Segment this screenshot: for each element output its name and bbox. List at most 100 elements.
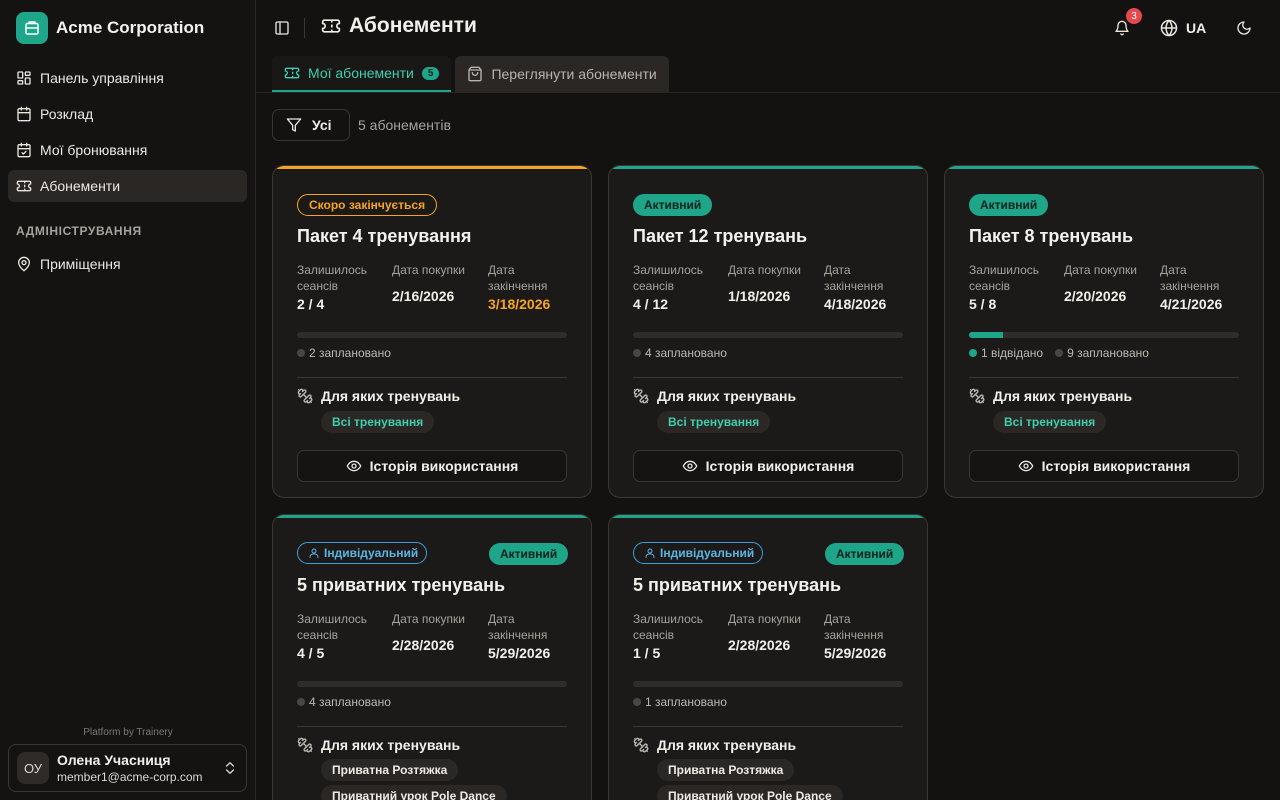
- shopping-bag-icon: [468, 66, 483, 82]
- user-name: Олена Учасниця: [57, 752, 171, 768]
- sidebar-item-label: Розклад: [40, 106, 94, 122]
- expiry-date: Дата закінчення 5/29/2026: [488, 611, 568, 662]
- expiry-label: Дата закінчення: [488, 263, 548, 293]
- class-tag: Всі тренування: [993, 411, 1107, 433]
- sidebar-item-premises[interactable]: Приміщення: [8, 248, 247, 280]
- eye-icon: [682, 460, 698, 472]
- language-switcher[interactable]: UA: [1160, 19, 1206, 37]
- sidebar-item-label: Абонементи: [40, 178, 121, 194]
- purchase-label: Дата покупки: [1064, 263, 1137, 277]
- legend-attended: 1 відвідано: [969, 346, 1043, 360]
- dot-icon: [633, 349, 641, 357]
- avatar: ОУ: [17, 752, 49, 784]
- expiry-value: 4/21/2026: [1160, 296, 1223, 312]
- legend-text: 4 заплановано: [309, 695, 391, 709]
- remaining-sessions: Залишилось сеансів 2 / 4: [297, 262, 389, 313]
- progress-legend: 4 заплановано: [633, 346, 727, 360]
- expiry-date: Дата закінчення 4/21/2026: [1160, 262, 1240, 313]
- brand-logo-icon: [16, 12, 48, 44]
- purchase-label: Дата покупки: [392, 263, 465, 277]
- remaining-label: Залишилось сеансів: [633, 263, 704, 293]
- progress-fill: [969, 332, 1003, 338]
- class-tag: Приватний урок Pole Dance: [657, 785, 843, 800]
- sessions-progress: [297, 332, 567, 338]
- brand[interactable]: Acme Corporation: [16, 12, 204, 44]
- sessions-progress: [633, 332, 903, 338]
- sidebar-item-label: Панель управління: [40, 70, 164, 86]
- page-title: Абонементи: [321, 14, 477, 38]
- globe-icon: [1160, 19, 1178, 37]
- sidebar-item-schedule[interactable]: Розклад: [8, 98, 247, 130]
- tabs-divider: [256, 92, 1280, 93]
- purchase-label: Дата покупки: [728, 263, 801, 277]
- dot-icon: [297, 698, 305, 706]
- purchase-date: Дата покупки 2/28/2026: [392, 611, 484, 654]
- remaining-sessions: Залишилось сеансів 4 / 5: [297, 611, 389, 662]
- classes-heading-text: Для яких тренувань: [993, 388, 1133, 404]
- dot-icon: [1055, 349, 1064, 357]
- sidebar-toggle-icon[interactable]: [274, 20, 290, 36]
- classes-heading-text: Для яких тренувань: [321, 737, 461, 753]
- bell-icon[interactable]: [1114, 20, 1130, 36]
- purchase-date: Дата покупки 2/20/2026: [1064, 262, 1156, 305]
- header-divider: [304, 18, 305, 38]
- admin-section-title: АДМІНІСТРУВАННЯ: [16, 224, 142, 238]
- brand-name: Acme Corporation: [56, 18, 205, 37]
- card-status-bar: [609, 515, 927, 518]
- dashboard-icon: [17, 71, 31, 85]
- type-badge-text: Індивідуальний: [660, 546, 755, 560]
- classes-heading: Для яких тренувань: [633, 388, 796, 404]
- usage-history-button[interactable]: Історія використання: [297, 450, 567, 482]
- legend-text: 4 заплановано: [645, 346, 727, 360]
- eye-icon: [346, 460, 362, 472]
- filter-button[interactable]: Усі: [272, 109, 350, 141]
- progress-legend: 4 заплановано: [297, 695, 391, 709]
- user-menu[interactable]: ОУ Олена Учасниця member1@acme-corp.com: [8, 744, 247, 792]
- membership-count: 5 абонементів: [358, 117, 451, 133]
- type-badge: Індивідуальний: [633, 542, 764, 564]
- calendar-icon: [17, 106, 31, 122]
- tabs: Мої абонементи 5 Переглянути абонементи: [272, 56, 669, 92]
- purchase-date: Дата покупки 1/18/2026: [728, 262, 820, 305]
- progress-legend: 2 заплановано: [297, 346, 391, 360]
- card-title: 5 приватних тренувань: [297, 575, 506, 595]
- card-divider: [633, 377, 903, 378]
- tab-my-memberships[interactable]: Мої абонементи 5: [272, 56, 452, 92]
- sessions-progress: [297, 681, 567, 687]
- tab-browse-memberships[interactable]: Переглянути абонементи: [455, 56, 669, 92]
- membership-card: Скоро закінчується Пакет 4 тренування За…: [272, 165, 592, 498]
- card-status-bar: [609, 166, 927, 169]
- progress-legend: 1 відвідано 9 заплановано: [969, 346, 1149, 360]
- type-badge: Індивідуальний: [297, 542, 428, 564]
- usage-history-button[interactable]: Історія використання: [969, 450, 1239, 482]
- status-badge: Скоро закінчується: [297, 194, 438, 216]
- remaining-label: Залишилось сеансів: [969, 263, 1040, 293]
- legend-text: 1 заплановано: [645, 695, 727, 709]
- legend-text: 2 заплановано: [309, 346, 391, 360]
- purchase-value: 2/28/2026: [728, 637, 791, 653]
- dot-icon: [969, 349, 977, 357]
- language-label: UA: [1186, 20, 1207, 36]
- sidebar-item-memberships[interactable]: Абонементи: [8, 170, 247, 202]
- membership-card: Активний Пакет 12 тренувань Залишилось с…: [608, 165, 928, 498]
- remaining-value: 4 / 12: [633, 296, 669, 312]
- ticket-icon: [16, 180, 32, 192]
- sidebar-item-dashboard[interactable]: Панель управління: [8, 62, 247, 94]
- calendar-check-icon: [17, 142, 31, 158]
- class-tag: Всі тренування: [321, 411, 435, 433]
- expiry-date: Дата закінчення 3/18/2026: [488, 262, 568, 313]
- sidebar-item-bookings[interactable]: Мої бронювання: [8, 134, 247, 166]
- sessions-progress: [969, 332, 1239, 338]
- expiry-label: Дата закінчення: [1160, 263, 1220, 293]
- card-divider: [633, 726, 903, 727]
- tab-label: Мої абонементи: [308, 65, 414, 81]
- notification-badge: 3: [1126, 8, 1142, 24]
- moon-icon[interactable]: [1236, 20, 1252, 36]
- class-tag: Приватна Розтяжка: [321, 759, 459, 781]
- tab-count-badge: 5: [421, 66, 440, 80]
- remaining-sessions: Залишилось сеансів 5 / 8: [969, 262, 1061, 313]
- classes-heading: Для яких тренувань: [297, 388, 460, 404]
- dumbbell-icon: [297, 388, 313, 404]
- usage-history-button[interactable]: Історія використання: [633, 450, 903, 482]
- card-title: 5 приватних тренувань: [633, 575, 842, 595]
